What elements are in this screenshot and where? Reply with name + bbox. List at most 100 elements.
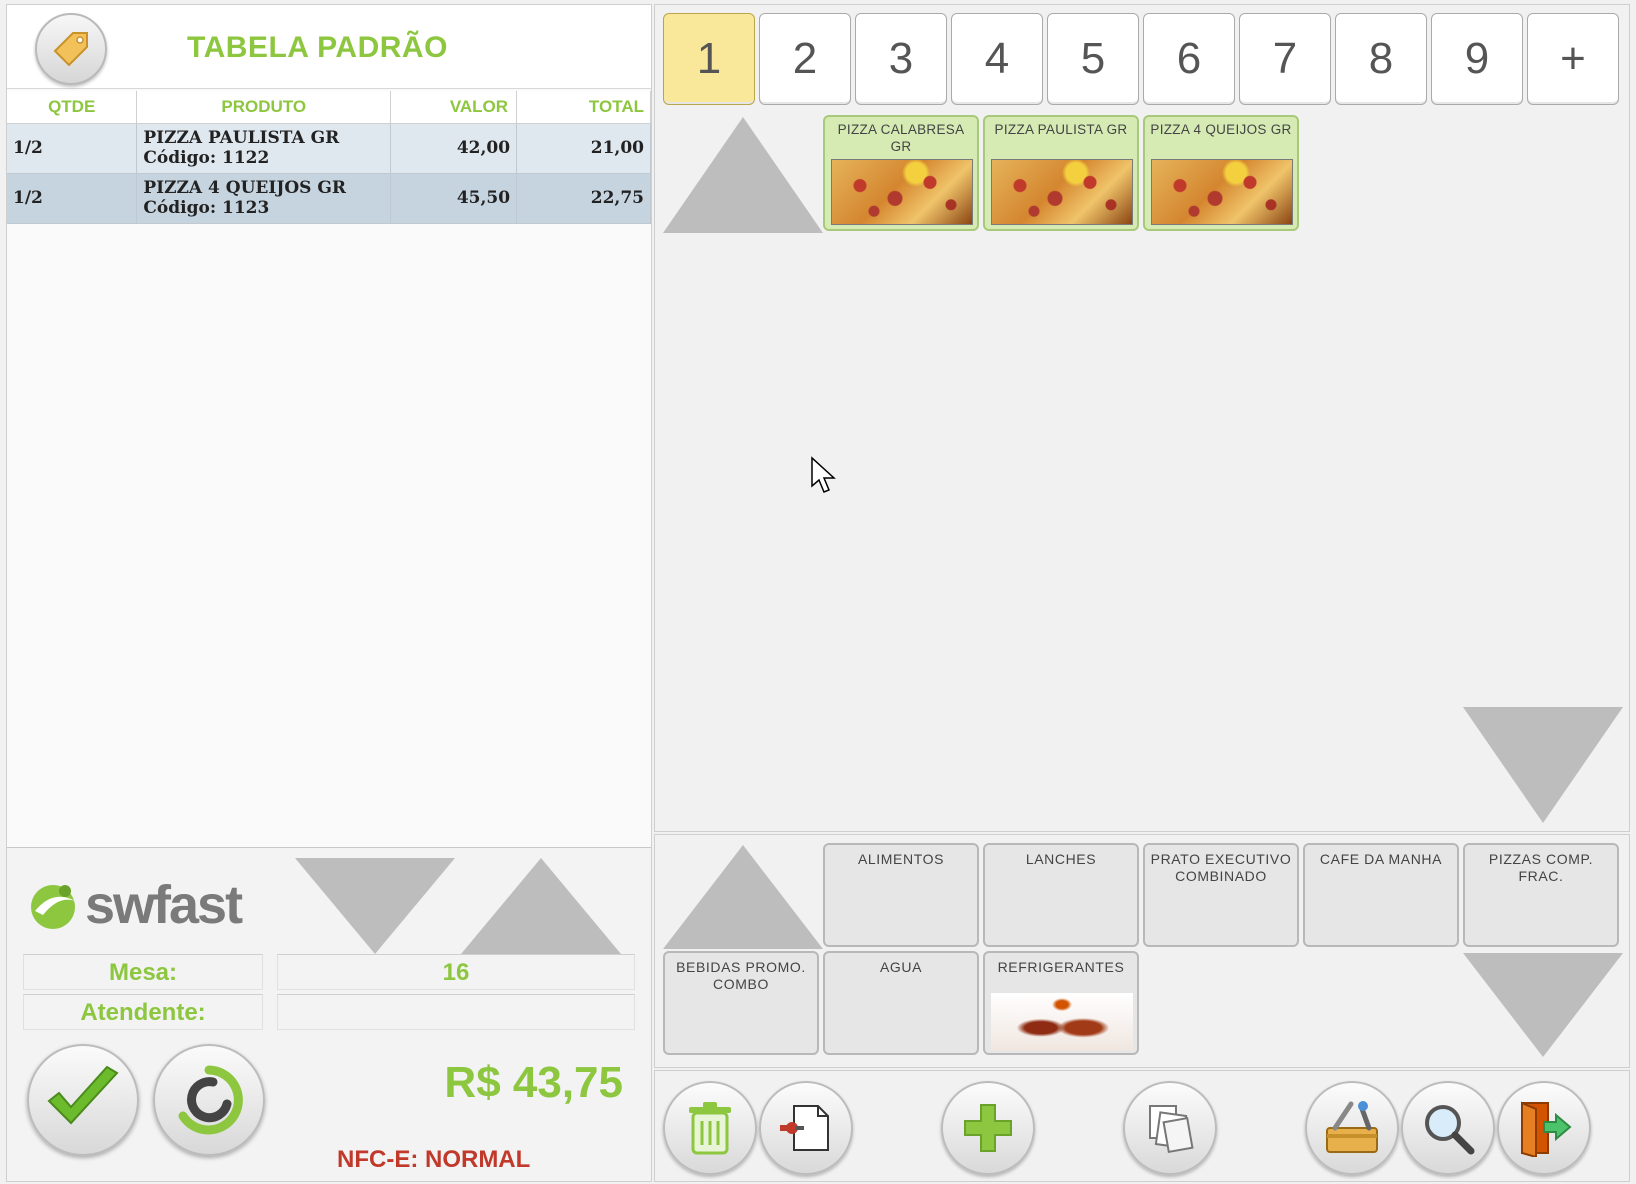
- category-label: ALIMENTOS: [857, 851, 945, 867]
- category-agua[interactable]: AGUA: [823, 951, 979, 1055]
- logo-text: swfast: [85, 875, 243, 935]
- category-label: BEBIDAS PROMO. COMBO: [676, 959, 806, 992]
- column-header-product: PRODUTO: [136, 91, 392, 124]
- product-tile-4-queijos[interactable]: PIZZA 4 QUEIJOS GR: [1143, 115, 1299, 231]
- row-value: 42,00: [390, 123, 518, 174]
- exit-door-icon: [1521, 1101, 1572, 1157]
- check-icon: [47, 1065, 119, 1125]
- order-total: R$ 43,75: [444, 1058, 623, 1107]
- page-title: TABELA PADRÃO: [187, 31, 448, 64]
- scroll-up-button[interactable]: [461, 858, 621, 954]
- atendente-value[interactable]: [277, 994, 635, 1030]
- export-document-button[interactable]: [759, 1081, 853, 1175]
- document-export-icon: [780, 1105, 829, 1151]
- products-panel: 1 2 3 4 5 6 7 8 9 + PIZZA CALABRESA GR P…: [654, 4, 1630, 832]
- product-name: PIZZA PAULISTA GR: [143, 128, 340, 148]
- product-name: PIZZA 4 QUEIJOS GR: [143, 178, 347, 198]
- product-tile-label: PIZZA CALABRESA GR: [837, 122, 965, 154]
- scroll-down-button[interactable]: [295, 858, 455, 954]
- copy-documents-icon: [1149, 1105, 1194, 1154]
- pos-app: TABELA PADRÃO QTDE PRODUTO VALOR TOTAL 1…: [0, 0, 1636, 1184]
- page-tab-1[interactable]: 1: [663, 13, 755, 105]
- exit-button[interactable]: [1497, 1081, 1591, 1175]
- action-toolbar: [654, 1070, 1630, 1182]
- category-prato-executivo[interactable]: PRATO EXECUTIVO COMBINADO: [1143, 843, 1299, 947]
- row-qty: 1/2: [7, 173, 138, 224]
- page-tab-5[interactable]: 5: [1047, 13, 1139, 105]
- order-footer: swfast Mesa: 16 Atendente: R$ 43,75 NFC-…: [7, 847, 651, 1181]
- page-tab-9[interactable]: 9: [1431, 13, 1523, 105]
- category-refrigerantes[interactable]: REFRIGERANTES: [983, 951, 1139, 1055]
- order-items-table: QTDE PRODUTO VALOR TOTAL 1/2 PIZZA PAULI…: [7, 91, 651, 224]
- add-icon: [964, 1104, 1012, 1152]
- row-product: PIZZA PAULISTA GR Código: 1122: [136, 123, 392, 174]
- mesa-row: Mesa: 16: [23, 954, 635, 990]
- category-label: PIZZAS COMP. FRAC.: [1488, 851, 1594, 884]
- page-tab-4[interactable]: 4: [951, 13, 1043, 105]
- page-tab-2[interactable]: 2: [759, 13, 851, 105]
- order-header: TABELA PADRÃO: [7, 5, 651, 89]
- category-label: AGUA: [879, 959, 923, 975]
- category-cafe-da-manha[interactable]: CAFE DA MANHA: [1303, 843, 1459, 947]
- row-qty: 1/2: [7, 123, 138, 174]
- row-total: 21,00: [516, 123, 651, 174]
- tools-icon: [1326, 1101, 1378, 1153]
- category-lanches[interactable]: LANCHES: [983, 843, 1139, 947]
- atendente-label: Atendente:: [23, 994, 263, 1030]
- nfce-status: NFC-E: NORMAL: [337, 1146, 531, 1173]
- mesa-label: Mesa:: [23, 954, 263, 990]
- pizza-image: [831, 159, 973, 225]
- category-label: REFRIGERANTES: [997, 959, 1125, 975]
- confirm-button[interactable]: [27, 1044, 139, 1156]
- column-header-value: VALOR: [390, 91, 518, 124]
- page-tab-8[interactable]: 8: [1335, 13, 1427, 105]
- category-label: PRATO EXECUTIVO COMBINADO: [1150, 851, 1292, 884]
- page-tab-7[interactable]: 7: [1239, 13, 1331, 105]
- add-item-button[interactable]: [941, 1081, 1035, 1175]
- table-header-row: QTDE PRODUTO VALOR TOTAL: [7, 91, 651, 124]
- add-page-button[interactable]: +: [1527, 13, 1619, 105]
- price-tag-icon: [53, 32, 88, 67]
- delete-item-button[interactable]: [663, 1081, 757, 1175]
- categories-panel: ALIMENTOS LANCHES PRATO EXECUTIVO COMBIN…: [654, 834, 1630, 1068]
- refresh-button[interactable]: [153, 1044, 265, 1156]
- product-tile-calabresa[interactable]: PIZZA CALABRESA GR: [823, 115, 979, 231]
- product-tile-label: PIZZA 4 QUEIJOS GR: [1150, 122, 1292, 137]
- price-table-button[interactable]: [35, 13, 107, 85]
- pizza-image: [1151, 159, 1293, 225]
- settings-tools-button[interactable]: [1305, 1081, 1399, 1175]
- table-row[interactable]: 1/2 PIZZA PAULISTA GR Código: 1122 42,00…: [7, 123, 651, 174]
- search-button[interactable]: [1401, 1081, 1495, 1175]
- category-pizzas-comp-frac[interactable]: PIZZAS COMP. FRAC.: [1463, 843, 1619, 947]
- product-tile-label: PIZZA PAULISTA GR: [994, 122, 1128, 137]
- order-panel: TABELA PADRÃO QTDE PRODUTO VALOR TOTAL 1…: [6, 4, 652, 1182]
- row-value: 45,50: [390, 173, 518, 224]
- category-alimentos[interactable]: ALIMENTOS: [823, 843, 979, 947]
- products-scroll-up-button[interactable]: [663, 117, 823, 233]
- pizza-image: [991, 159, 1133, 225]
- trash-icon: [689, 1102, 731, 1155]
- categories-scroll-down-button[interactable]: [1463, 953, 1623, 1057]
- column-header-qty: QTDE: [7, 91, 138, 124]
- swirl-refresh-icon: [178, 1065, 243, 1135]
- page-tab-3[interactable]: 3: [855, 13, 947, 105]
- product-tile-paulista[interactable]: PIZZA PAULISTA GR: [983, 115, 1139, 231]
- category-label: CAFE DA MANHA: [1319, 851, 1443, 867]
- column-header-total: TOTAL: [516, 91, 651, 124]
- row-total: 22,75: [516, 173, 651, 224]
- category-bebidas-promo-combo[interactable]: BEBIDAS PROMO. COMBO: [663, 951, 819, 1055]
- swfast-swirl-icon: [31, 885, 75, 929]
- cursor-arrow-icon: [811, 456, 836, 493]
- copy-documents-button[interactable]: [1123, 1081, 1217, 1175]
- product-code: Código: 1123: [143, 198, 270, 218]
- swfast-logo: swfast: [25, 874, 243, 936]
- products-scroll-down-button[interactable]: [1463, 707, 1623, 823]
- categories-scroll-up-button[interactable]: [663, 845, 823, 949]
- soda-image: [991, 993, 1133, 1051]
- atendente-row: Atendente:: [23, 994, 635, 1030]
- row-product: PIZZA 4 QUEIJOS GR Código: 1123: [136, 173, 392, 224]
- mesa-value[interactable]: 16: [277, 954, 635, 990]
- table-row[interactable]: 1/2 PIZZA 4 QUEIJOS GR Código: 1123 45,5…: [7, 173, 651, 224]
- page-tab-6[interactable]: 6: [1143, 13, 1235, 105]
- category-label: LANCHES: [1025, 851, 1097, 867]
